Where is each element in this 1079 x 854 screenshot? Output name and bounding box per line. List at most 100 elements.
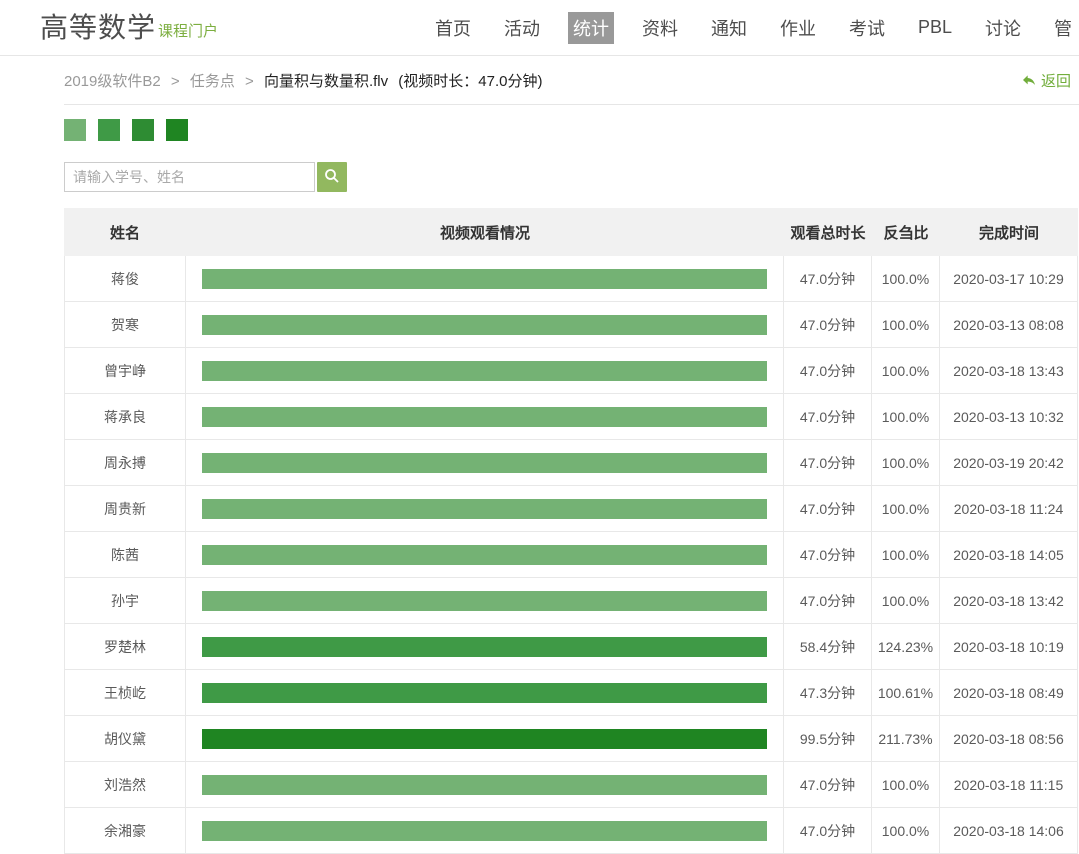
student-name: 周贵新 bbox=[64, 486, 186, 532]
rumination-ratio: 100.0% bbox=[872, 532, 940, 578]
search-icon bbox=[323, 167, 341, 188]
legend-swatch bbox=[64, 119, 86, 141]
watch-progress-bar bbox=[202, 729, 767, 749]
brand-title: 高等数学 bbox=[40, 14, 156, 42]
watch-progress-cell bbox=[186, 256, 784, 302]
watch-duration: 47.0分钟 bbox=[784, 348, 872, 394]
watch-duration: 47.0分钟 bbox=[784, 302, 872, 348]
rumination-ratio: 100.0% bbox=[872, 302, 940, 348]
student-name: 陈茜 bbox=[64, 532, 186, 578]
completion-time: 2020-03-18 13:43 bbox=[940, 348, 1078, 394]
completion-time: 2020-03-13 10:32 bbox=[940, 394, 1078, 440]
nav-item[interactable]: 考试 bbox=[844, 12, 890, 44]
table-row: 罗楚林 58.4分钟 124.23% 2020-03-18 10:19 bbox=[64, 624, 1078, 670]
nav-item[interactable]: 管 bbox=[1049, 12, 1077, 44]
breadcrumb-section[interactable]: 任务点 bbox=[190, 73, 235, 90]
completion-time: 2020-03-19 20:42 bbox=[940, 440, 1078, 486]
watch-progress-cell bbox=[186, 762, 784, 808]
watch-duration: 47.0分钟 bbox=[784, 486, 872, 532]
nav-item[interactable]: 通知 bbox=[706, 12, 752, 44]
table-row: 贺寒 47.0分钟 100.0% 2020-03-13 08:08 bbox=[64, 302, 1078, 348]
table-row: 余湘豪 47.0分钟 100.0% 2020-03-18 14:06 bbox=[64, 808, 1078, 854]
watch-progress-cell bbox=[186, 624, 784, 670]
watch-progress-bar bbox=[202, 499, 767, 519]
nav-item[interactable]: PBL bbox=[913, 14, 957, 41]
rumination-ratio: 100.0% bbox=[872, 808, 940, 854]
rumination-ratio: 124.23% bbox=[872, 624, 940, 670]
table-body: 蒋俊 47.0分钟 100.0% 2020-03-17 10:29 贺寒 47.… bbox=[64, 256, 1078, 854]
watch-duration: 47.0分钟 bbox=[784, 440, 872, 486]
student-name: 周永搏 bbox=[64, 440, 186, 486]
student-name: 胡仪黛 bbox=[64, 716, 186, 762]
breadcrumb-separator: > bbox=[245, 73, 254, 90]
column-header: 观看总时长 bbox=[784, 208, 872, 256]
student-name: 王桢屹 bbox=[64, 670, 186, 716]
watch-progress-cell bbox=[186, 808, 784, 854]
completion-time: 2020-03-18 10:19 bbox=[940, 624, 1078, 670]
watch-duration: 99.5分钟 bbox=[784, 716, 872, 762]
back-link[interactable]: 返回 bbox=[1021, 70, 1071, 91]
brand-subtitle: 课程门户 bbox=[158, 23, 218, 42]
back-arrow-icon bbox=[1021, 72, 1037, 88]
student-name: 余湘豪 bbox=[64, 808, 186, 854]
nav-item[interactable]: 首页 bbox=[430, 12, 476, 44]
breadcrumb-separator: > bbox=[171, 73, 180, 90]
nav-item[interactable]: 讨论 bbox=[980, 12, 1026, 44]
stats-table: 姓名 视频观看情况 观看总时长 反刍比 完成时间 蒋俊 47.0分钟 100.0… bbox=[64, 208, 1078, 854]
nav-item[interactable]: 资料 bbox=[637, 12, 683, 44]
nav-item[interactable]: 作业 bbox=[775, 12, 821, 44]
watch-progress-bar bbox=[202, 821, 767, 841]
watch-progress-bar bbox=[202, 591, 767, 611]
watch-progress-bar bbox=[202, 315, 767, 335]
watch-progress-cell bbox=[186, 302, 784, 348]
search-input[interactable] bbox=[64, 162, 315, 192]
top-header: 高等数学 课程门户 首页 活动 统计 资料 通知 作业 考试 PBL 讨论 管 bbox=[0, 0, 1079, 56]
rumination-ratio: 100.0% bbox=[872, 578, 940, 624]
table-row: 刘浩然 47.0分钟 100.0% 2020-03-18 11:15 bbox=[64, 762, 1078, 808]
watch-duration: 47.0分钟 bbox=[784, 532, 872, 578]
search-button[interactable] bbox=[317, 162, 347, 192]
table-row: 蒋俊 47.0分钟 100.0% 2020-03-17 10:29 bbox=[64, 256, 1078, 302]
page-content: 2019级软件B2 > 任务点 > 向量积与数量积.flv (视频时长：47.0… bbox=[64, 56, 1079, 854]
watch-progress-cell bbox=[186, 486, 784, 532]
watch-duration: 47.3分钟 bbox=[784, 670, 872, 716]
watch-progress-bar bbox=[202, 775, 767, 795]
watch-progress-bar bbox=[202, 683, 767, 703]
watch-progress-bar bbox=[202, 545, 767, 565]
watch-level-legend bbox=[64, 119, 1079, 141]
rumination-ratio: 100.0% bbox=[872, 486, 940, 532]
watch-progress-cell bbox=[186, 532, 784, 578]
watch-duration: 47.0分钟 bbox=[784, 256, 872, 302]
breadcrumb-course[interactable]: 2019级软件B2 bbox=[64, 73, 161, 90]
student-name: 蒋承良 bbox=[64, 394, 186, 440]
breadcrumb: 2019级软件B2 > 任务点 > 向量积与数量积.flv (视频时长：47.0… bbox=[64, 70, 542, 91]
watch-progress-cell bbox=[186, 440, 784, 486]
column-header: 姓名 bbox=[64, 208, 186, 256]
legend-swatch bbox=[132, 119, 154, 141]
watch-progress-bar bbox=[202, 453, 767, 473]
student-name: 曾宇峥 bbox=[64, 348, 186, 394]
watch-progress-cell bbox=[186, 394, 784, 440]
completion-time: 2020-03-13 08:08 bbox=[940, 302, 1078, 348]
nav-item[interactable]: 活动 bbox=[499, 12, 545, 44]
breadcrumb-bar: 2019级软件B2 > 任务点 > 向量积与数量积.flv (视频时长：47.0… bbox=[64, 56, 1079, 105]
video-duration-note: (视频时长：47.0分钟) bbox=[398, 73, 542, 90]
watch-progress-cell bbox=[186, 670, 784, 716]
watch-duration: 47.0分钟 bbox=[784, 808, 872, 854]
watch-progress-cell bbox=[186, 348, 784, 394]
column-header: 反刍比 bbox=[872, 208, 940, 256]
rumination-ratio: 100.0% bbox=[872, 256, 940, 302]
completion-time: 2020-03-18 11:24 bbox=[940, 486, 1078, 532]
brand-logo[interactable]: 高等数学 课程门户 bbox=[40, 14, 218, 42]
rumination-ratio: 100.0% bbox=[872, 440, 940, 486]
watch-duration: 47.0分钟 bbox=[784, 394, 872, 440]
watch-progress-bar bbox=[202, 361, 767, 381]
completion-time: 2020-03-18 14:06 bbox=[940, 808, 1078, 854]
completion-time: 2020-03-17 10:29 bbox=[940, 256, 1078, 302]
completion-time: 2020-03-18 08:49 bbox=[940, 670, 1078, 716]
nav-item[interactable]: 统计 bbox=[568, 12, 614, 44]
rumination-ratio: 100.0% bbox=[872, 762, 940, 808]
table-row: 周贵新 47.0分钟 100.0% 2020-03-18 11:24 bbox=[64, 486, 1078, 532]
watch-duration: 47.0分钟 bbox=[784, 578, 872, 624]
watch-progress-bar bbox=[202, 637, 767, 657]
